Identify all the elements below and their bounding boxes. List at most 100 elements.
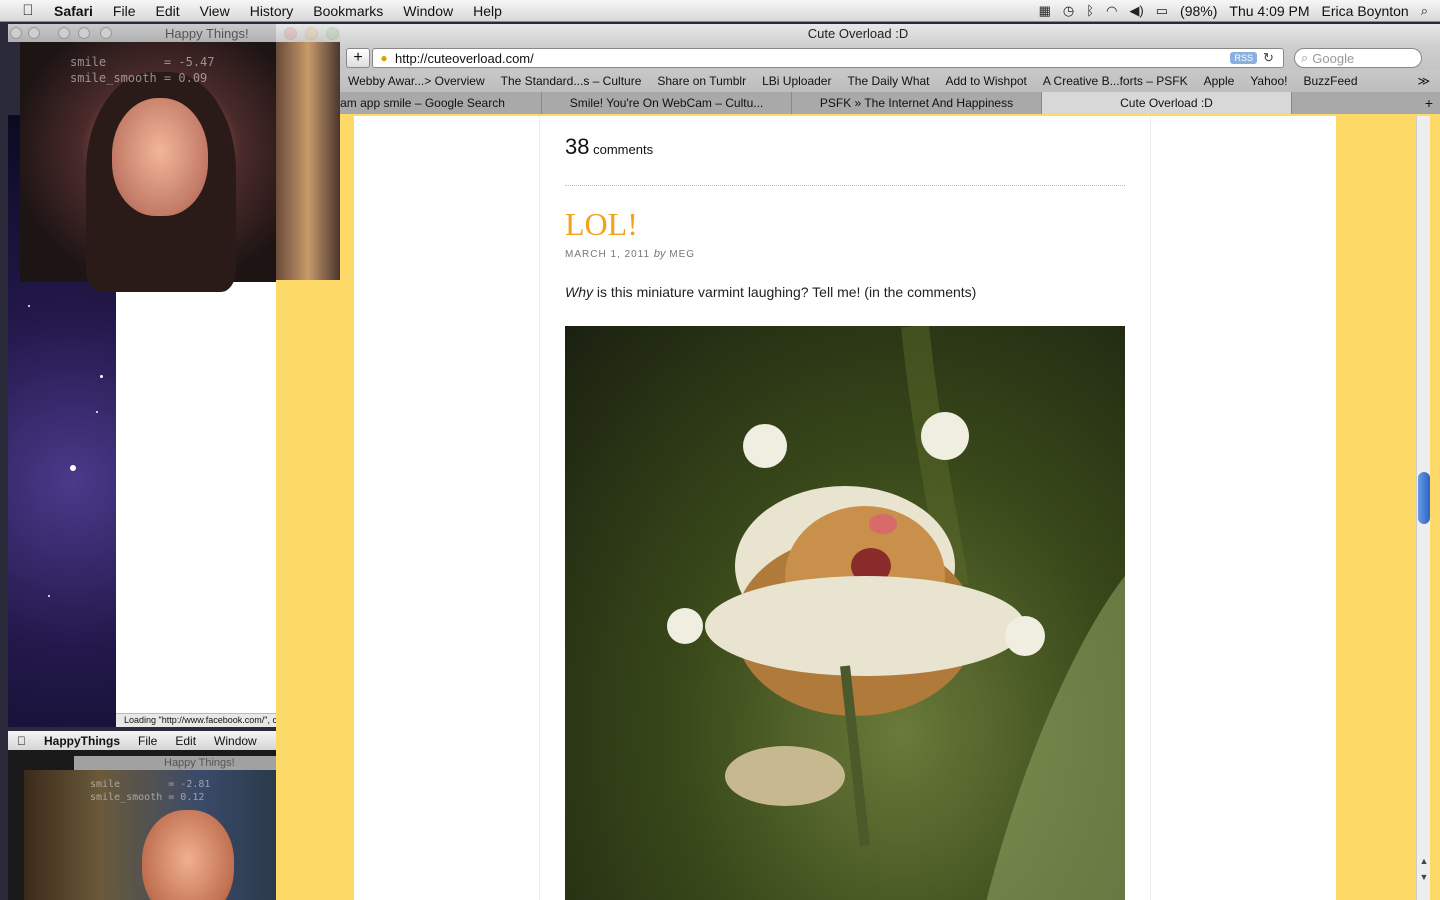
post-author[interactable]: MEG	[669, 249, 695, 260]
post-date: MARCH 1, 2011	[565, 249, 651, 260]
menu-extras: ▦ ◷ ᛒ ◠ ◀) ▭ (98%) Thu 4:09 PM Erica Boy…	[1039, 3, 1440, 19]
window-titlebar[interactable]: Cute Overload :D	[276, 24, 1440, 46]
web-page: 38 comments LOL! MARCH 1, 2011 by MEG Wh…	[354, 116, 1336, 900]
menu-app-name[interactable]: HappyThings	[35, 734, 129, 748]
window-title: Cute Overload :D	[807, 26, 909, 41]
keyboard-icon[interactable]: ▦	[1039, 3, 1051, 19]
person-face	[112, 98, 208, 216]
apple-menu-icon[interactable]: 	[18, 2, 38, 19]
person-face	[142, 810, 234, 900]
address-bar[interactable]: ● http://cuteoverload.com/ RSS ↻	[372, 48, 1284, 68]
add-bookmark-button[interactable]: +	[346, 48, 370, 68]
menu-window[interactable]: Window	[393, 3, 463, 19]
volume-icon[interactable]: ◀)	[1129, 3, 1143, 19]
menu-file[interactable]: File	[103, 3, 146, 19]
bookmark-item[interactable]: Yahoo!	[1242, 74, 1295, 88]
minimize-icon[interactable]	[28, 27, 40, 39]
favicon-icon: ●	[380, 51, 388, 65]
scrollbar-thumb[interactable]	[1418, 472, 1430, 524]
dormouse-illustration	[667, 326, 1125, 900]
window-title: Happy Things!	[165, 26, 249, 41]
more-bookmarks-icon[interactable]: ≫	[1417, 74, 1440, 88]
comments-label[interactable]: comments	[593, 142, 653, 157]
menu-bookmarks[interactable]: Bookmarks	[303, 3, 393, 19]
smile-readout: smile = -2.81 smile_smooth = 0.12	[90, 779, 211, 803]
comments-link[interactable]: 38 comments	[565, 134, 653, 160]
menu-edit[interactable]: Edit	[145, 3, 189, 19]
background-window	[116, 280, 276, 714]
bookmark-item[interactable]: Webby Awar...> Overview	[340, 74, 493, 88]
menu-history[interactable]: History	[240, 3, 304, 19]
comments-count[interactable]: 38	[565, 134, 589, 159]
bookmark-item[interactable]: A Creative B...forts – PSFK	[1035, 74, 1196, 88]
new-tab-button[interactable]: +	[1418, 92, 1440, 114]
battery-icon[interactable]: ▭	[1156, 3, 1168, 19]
menu-help[interactable]: Help	[463, 3, 512, 19]
apple-menu-icon[interactable]: 	[8, 734, 35, 748]
menu-edit[interactable]: Edit	[166, 734, 205, 748]
minimize-icon[interactable]	[78, 27, 90, 39]
bookmarks-bar: Webby Awar...> Overview The Standard...s…	[276, 70, 1440, 92]
post-by: by	[653, 248, 666, 260]
star	[28, 305, 30, 307]
toolbar: + ● http://cuteoverload.com/ RSS ↻ ⌕ Goo…	[276, 46, 1440, 70]
menu-view[interactable]: View	[190, 3, 240, 19]
post-body: Why is this miniature varmint laughing? …	[565, 284, 976, 300]
post-body-emphasis: Why	[565, 284, 593, 300]
url-text[interactable]: http://cuteoverload.com/	[393, 51, 1230, 66]
wifi-icon[interactable]: ◠	[1106, 3, 1117, 19]
bluetooth-icon[interactable]: ᛒ	[1086, 3, 1094, 18]
close-icon[interactable]	[58, 27, 70, 39]
star	[70, 465, 76, 471]
window-title: Happy Things!	[164, 757, 235, 769]
webcam-window[interactable]: Happy Things! smile = -5.47 smile_smooth…	[8, 24, 340, 292]
bookmark-item[interactable]: Share on Tumblr	[649, 74, 754, 88]
smile-readout: smile = -5.47 smile_smooth = 0.09	[70, 55, 215, 85]
star	[48, 595, 50, 597]
tab-cute-overload[interactable]: Cute Overload :D	[1042, 92, 1292, 114]
post-photo[interactable]	[565, 326, 1125, 900]
bookmark-item[interactable]: The Daily What	[839, 74, 937, 88]
window-titlebar[interactable]: Happy Things!	[8, 24, 340, 42]
app-menu-bar:  HappyThings File Edit Window	[8, 731, 276, 750]
bookmark-item[interactable]: BuzzFeed	[1295, 74, 1365, 88]
reload-icon[interactable]: ↻	[1263, 50, 1279, 66]
tab-psfk[interactable]: PSFK » The Internet And Happiness	[792, 92, 1042, 114]
divider	[565, 185, 1125, 186]
menu-clock[interactable]: Thu 4:09 PM	[1229, 3, 1309, 19]
bookmark-item[interactable]: LBi Uploader	[754, 74, 839, 88]
tab-bar: webcam app smile – Google Search Smile! …	[276, 92, 1440, 114]
spotlight-search-icon[interactable]: ⌕	[1421, 3, 1428, 19]
search-input[interactable]: ⌕ Google	[1294, 48, 1422, 68]
menu-file[interactable]: File	[129, 734, 166, 748]
status-bar: Loading "http://www.facebook.com/", c	[116, 713, 276, 727]
tab-smile-webcam[interactable]: Smile! You're On WebCam – Cultu...	[542, 92, 792, 114]
post-meta: MARCH 1, 2011 by MEG	[565, 248, 695, 260]
rss-button[interactable]: RSS	[1230, 52, 1257, 64]
time-machine-icon[interactable]: ◷	[1063, 3, 1074, 19]
search-icon: ⌕	[1301, 50, 1309, 65]
bookmark-item[interactable]: Add to Wishpot	[938, 74, 1035, 88]
menu-bar:  Safari File Edit View History Bookmark…	[0, 0, 1440, 22]
column-divider	[1150, 116, 1151, 900]
star	[96, 411, 98, 413]
post-title[interactable]: LOL!	[565, 206, 638, 243]
zoom-icon[interactable]	[100, 27, 112, 39]
menu-app-name[interactable]: Safari	[48, 3, 103, 19]
battery-percent[interactable]: (98%)	[1180, 3, 1217, 19]
post-body-text: is this miniature varmint laughing? Tell…	[593, 284, 977, 300]
bookmark-item[interactable]: Apple	[1196, 74, 1243, 88]
menu-user-name[interactable]: Erica Boynton	[1322, 3, 1409, 19]
scroll-down-icon[interactable]: ▼	[1417, 872, 1431, 882]
vertical-scrollbar[interactable]: ▲ ▼	[1416, 116, 1430, 900]
safari-window: Cute Overload :D + ● http://cuteoverload…	[276, 24, 1440, 900]
menu-window[interactable]: Window	[205, 734, 266, 748]
window-titlebar[interactable]: Happy Things!	[74, 756, 276, 770]
scroll-up-icon[interactable]: ▲	[1417, 856, 1431, 866]
webcam-window[interactable]: Happy Things! smile = -2.81 smile_smooth…	[8, 750, 276, 900]
bookmark-item[interactable]: The Standard...s – Culture	[493, 74, 650, 88]
left-column	[354, 116, 540, 900]
webcam-video-edge	[276, 42, 340, 280]
close-icon[interactable]	[10, 27, 22, 39]
star	[100, 375, 103, 378]
